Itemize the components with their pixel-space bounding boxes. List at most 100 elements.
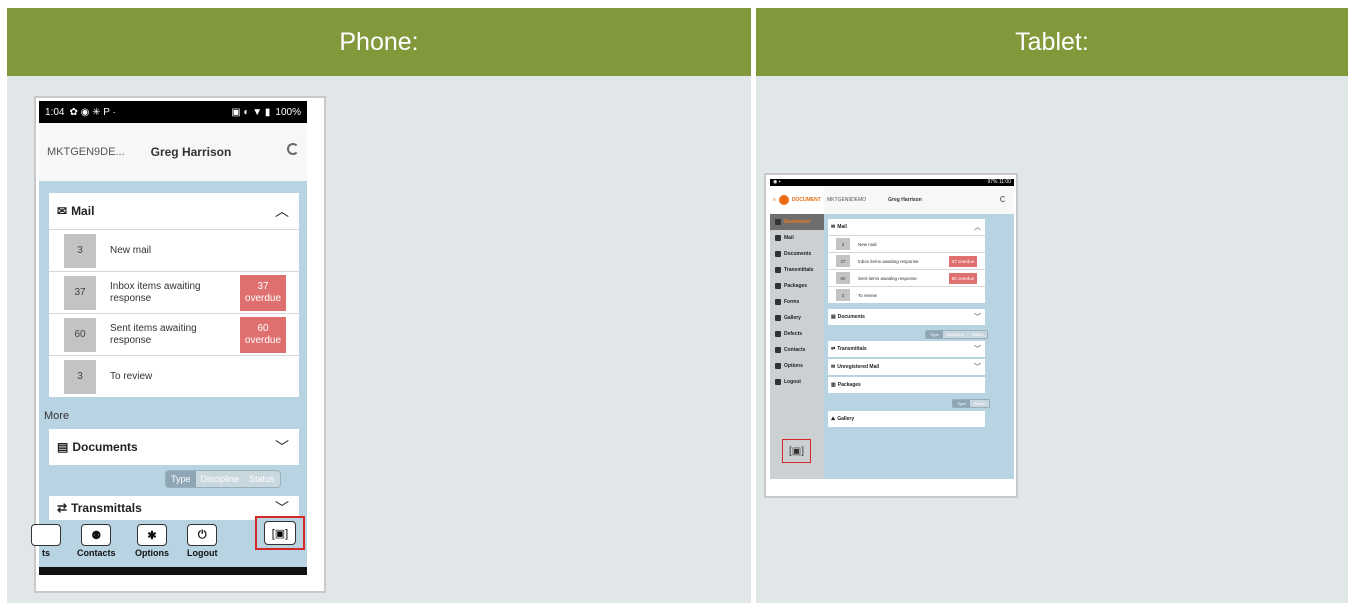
scan-icon: [▣] bbox=[788, 445, 804, 457]
sidebar-item-logout[interactable]: Logout bbox=[770, 374, 824, 390]
transmittals-section[interactable]: ⇄ Transmittals ﹀ bbox=[828, 341, 985, 357]
chevron-down-icon[interactable]: ﹀ bbox=[275, 437, 289, 457]
account-name: MKTGEN9DE... bbox=[47, 146, 125, 158]
status-time: 1:04 bbox=[45, 106, 65, 118]
status-icons-left: ✿ ◉ ✳ P · bbox=[69, 106, 116, 118]
gallery-icon: ⛰ bbox=[831, 416, 836, 422]
chevron-up-icon[interactable]: ︿ bbox=[275, 201, 289, 221]
phone-screenshot: 1:04 ✿ ◉ ✳ P · ▣ ◐ ▼ ▮ 100% MKTGEN9DE... G… bbox=[31, 96, 326, 593]
power-icon: ⏻ bbox=[187, 524, 218, 546]
menu-icon[interactable]: ≡ bbox=[773, 197, 776, 203]
sidebar-item-mail[interactable]: Mail bbox=[770, 230, 824, 246]
phone-panel: 1:04 ✿ ◉ ✳ P · ▣ ◐ ▼ ▮ 100% MKTGEN9DE... G… bbox=[7, 76, 751, 603]
sidebar-item-packages[interactable]: Packages bbox=[770, 278, 824, 294]
documents-title: Documents bbox=[72, 440, 138, 454]
tablet-status-bar: ◉ ▪ 97% 11:00 bbox=[770, 179, 1014, 186]
scan-button-highlighted[interactable]: [▣] bbox=[782, 439, 811, 463]
documents-icon: ▤ bbox=[831, 314, 836, 320]
mail-row-inbox[interactable]: 37 Inbox items awaiting response 37 over… bbox=[828, 252, 985, 269]
mail-section[interactable]: ✉ Mail ︿ bbox=[828, 219, 985, 235]
mail-icon bbox=[775, 235, 781, 241]
segment-status[interactable]: Status bbox=[244, 471, 280, 487]
overdue-badge[interactable]: 60 overdue bbox=[240, 316, 286, 353]
phone-title-bar: MKTGEN9DE... Greg Harrison bbox=[39, 123, 307, 181]
tab-logout[interactable]: ⏻ Logout bbox=[187, 524, 218, 558]
mail-count: 3 bbox=[64, 359, 96, 394]
mail-row-review[interactable]: 3 To review bbox=[828, 286, 985, 303]
scan-button-highlighted[interactable]: [▣] bbox=[255, 516, 305, 550]
gear-icon: ✱ bbox=[137, 524, 167, 546]
overdue-badge[interactable]: 37 overdue bbox=[949, 255, 977, 267]
sidebar-item-forms[interactable]: Forms bbox=[770, 294, 824, 310]
packages-section[interactable]: ▥ Packages bbox=[828, 377, 985, 393]
chevron-up-icon[interactable]: ︿ bbox=[974, 222, 981, 232]
documents-section[interactable]: ▤ Documents ﹀ bbox=[828, 309, 985, 325]
packages-segmented-control[interactable]: Type Phase bbox=[952, 399, 991, 408]
refresh-icon[interactable] bbox=[287, 143, 299, 155]
transmittals-icon: ⇄ bbox=[57, 501, 68, 515]
mail-row-new[interactable]: 3 New mail bbox=[49, 229, 299, 271]
mail-row-review[interactable]: 3 To review bbox=[49, 355, 299, 397]
status-right: 97% 11:00 bbox=[987, 179, 1011, 185]
sidebar-item-dashboard[interactable]: Dashboard bbox=[770, 214, 824, 230]
mail-row-sent[interactable]: 60 Sent items awaiting response 60 overd… bbox=[828, 269, 985, 286]
gallery-icon bbox=[775, 315, 781, 321]
documents-icon bbox=[775, 251, 781, 257]
forms-icon bbox=[775, 299, 781, 305]
sidebar-item-defects[interactable]: Defects bbox=[770, 326, 824, 342]
chevron-down-icon[interactable]: ﹀ bbox=[275, 498, 289, 518]
documents-section[interactable]: ▤ Documents ﹀ bbox=[49, 429, 299, 465]
phone-status-bar: 1:04 ✿ ◉ ✳ P · ▣ ◐ ▼ ▮ 100% bbox=[39, 101, 307, 123]
tablet-header: Tablet: bbox=[756, 8, 1348, 76]
chevron-down-icon[interactable]: ﹀ bbox=[974, 312, 981, 322]
defects-icon bbox=[31, 524, 61, 546]
mail-icon: ✉ bbox=[831, 224, 836, 230]
tab-contacts[interactable]: ⚉ Contacts bbox=[77, 524, 116, 558]
status-icons-left: ◉ ▪ bbox=[773, 179, 781, 185]
documents-segmented-control[interactable]: Type Discipline Status bbox=[925, 330, 989, 339]
mail-count: 3 bbox=[64, 233, 96, 268]
sidebar-item-gallery[interactable]: Gallery bbox=[770, 310, 824, 326]
logo-mark bbox=[778, 195, 789, 205]
sidebar-item-contacts[interactable]: Contacts bbox=[770, 342, 824, 358]
documents-icon: ▤ bbox=[57, 440, 69, 454]
mail-count: 37 bbox=[64, 275, 96, 310]
tablet-dashboard: ✉ Mail ︿ 3 New mail 37 Inbox items awaiti… bbox=[824, 214, 1014, 479]
segment-discipline[interactable]: Discipline bbox=[195, 471, 245, 487]
chevron-down-icon[interactable]: ﹀ bbox=[974, 344, 981, 354]
tab-options[interactable]: ✱ Options bbox=[135, 524, 169, 558]
sidebar-item-documents[interactable]: Documents bbox=[770, 246, 824, 262]
power-icon bbox=[775, 379, 781, 385]
comparison-page: Phone: 1:04 ✿ ◉ ✳ P · ▣ ◐ ▼ ▮ 100% MKTGEN9… bbox=[0, 0, 1355, 613]
segment-type[interactable]: Type bbox=[166, 471, 196, 487]
gallery-section[interactable]: ⛰ Gallery bbox=[828, 411, 985, 427]
transmittals-icon: ⇄ bbox=[831, 346, 836, 352]
overdue-badge[interactable]: 37 overdue bbox=[240, 274, 286, 311]
refresh-icon[interactable] bbox=[1000, 196, 1006, 202]
app-logo: ≡ DOCUMENT bbox=[770, 186, 824, 214]
overdue-badge[interactable]: 60 overdue bbox=[949, 272, 977, 284]
tab-defects[interactable]: ts bbox=[31, 524, 61, 558]
packages-icon: ▥ bbox=[831, 382, 836, 388]
status-icons-right: ▣ ◐ ▼ ▮ bbox=[231, 106, 271, 118]
documents-segmented-control[interactable]: Type Discipline Status bbox=[165, 470, 281, 488]
battery-level: 100% bbox=[275, 106, 301, 118]
packages-icon bbox=[775, 283, 781, 289]
tablet-screenshot: ◉ ▪ 97% 11:00 ≡ DOCUMENT Dashboard Mail … bbox=[764, 173, 1018, 498]
unregistered-mail-section[interactable]: ✉ Unregistered Mail ﹀ bbox=[828, 359, 985, 375]
mail-icon: ✉ bbox=[831, 364, 836, 370]
transmittals-title: Transmittals bbox=[71, 501, 142, 515]
mail-count: 60 bbox=[64, 317, 96, 352]
sidebar-item-options[interactable]: Options bbox=[770, 358, 824, 374]
mail-row-sent[interactable]: 60 Sent items awaiting response 60 overdu… bbox=[49, 313, 299, 355]
mail-label: New mail bbox=[110, 244, 152, 256]
more-link[interactable]: More bbox=[44, 410, 69, 422]
sidebar-item-transmittals[interactable]: Transmittals bbox=[770, 262, 824, 278]
tablet-sidebar: ≡ DOCUMENT Dashboard Mail Documents Tran… bbox=[770, 186, 824, 479]
scan-icon: [▣] bbox=[264, 521, 296, 545]
mail-row-inbox[interactable]: 37 Inbox items awaiting response 37 overd… bbox=[49, 271, 299, 313]
mail-title: Mail bbox=[71, 204, 95, 218]
chevron-down-icon[interactable]: ﹀ bbox=[974, 362, 981, 372]
mail-section[interactable]: ✉ Mail ︿ bbox=[49, 193, 299, 229]
mail-row-new[interactable]: 3 New mail bbox=[828, 235, 985, 252]
